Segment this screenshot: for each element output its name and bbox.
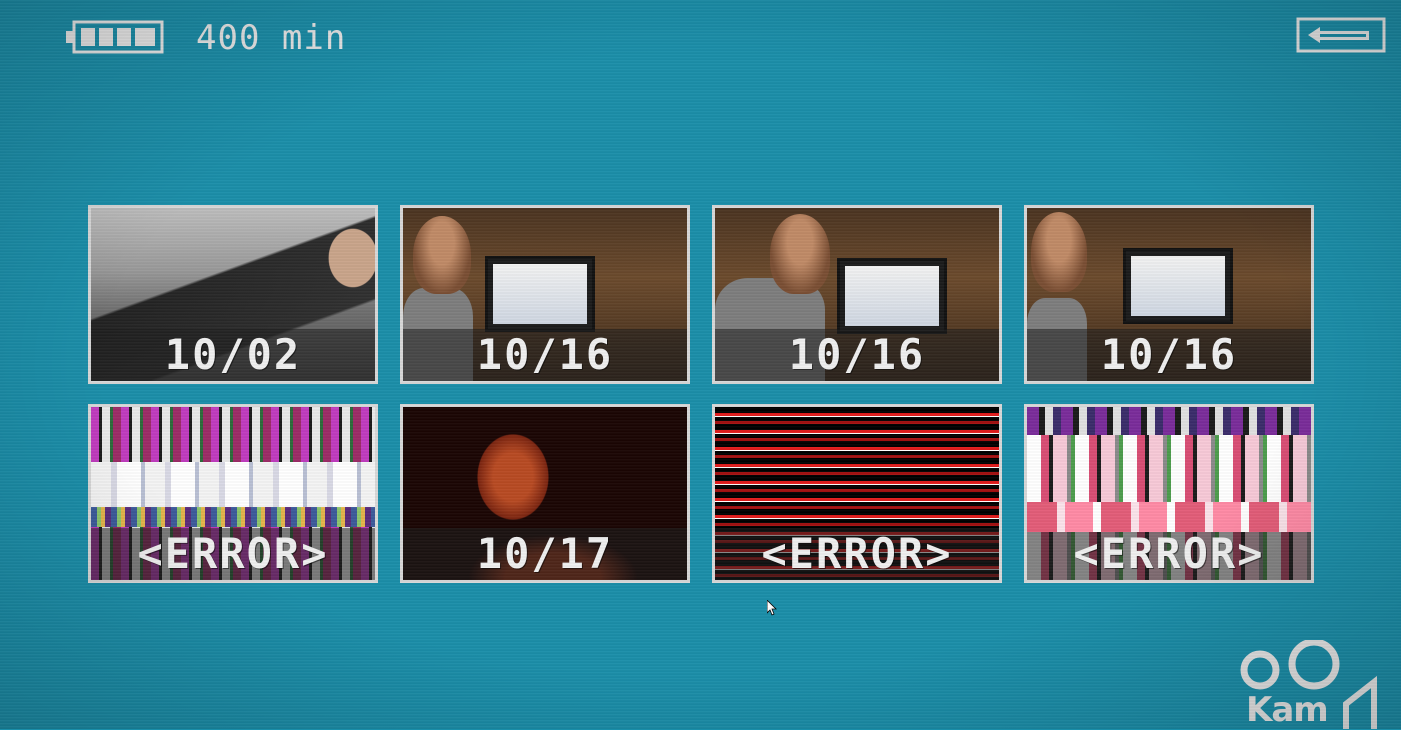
recording-thumbnail[interactable]: 10/16 [712,205,1002,384]
recording-date-label: 10/16 [788,330,926,379]
recording-thumbnail[interactable]: 10/17 [400,404,690,583]
recording-thumbnail-corrupted[interactable]: <ERROR> [1024,404,1314,583]
recording-thumbnail[interactable]: 10/02 [88,205,378,384]
back-arrow-icon [1296,17,1386,53]
kamcorder-logo-icon: Kam [1238,640,1378,730]
recording-error-label: <ERROR> [761,529,953,578]
logo-text: Kam [1246,690,1329,730]
recording-date-label: 10/02 [164,330,302,379]
recording-time-remaining: 400 min [196,18,347,58]
mouse-cursor-icon [766,599,777,616]
recording-date-label: 10/17 [476,529,614,578]
recording-thumbnail-corrupted[interactable]: <ERROR> [88,404,378,583]
recordings-grid: 10/02 10/16 10/16 10/16 <ERROR> 10/17 <E… [88,205,1314,583]
recording-error-label: <ERROR> [137,529,329,578]
recording-date-label: 10/16 [476,330,614,379]
recording-thumbnail[interactable]: 10/16 [400,205,690,384]
recording-date-label: 10/16 [1100,330,1238,379]
recording-error-label: <ERROR> [1073,529,1265,578]
back-button[interactable] [1296,17,1386,53]
recording-thumbnail[interactable]: 10/16 [1024,205,1314,384]
battery-full-icon [66,20,164,54]
recording-thumbnail-corrupted[interactable]: <ERROR> [712,404,1002,583]
